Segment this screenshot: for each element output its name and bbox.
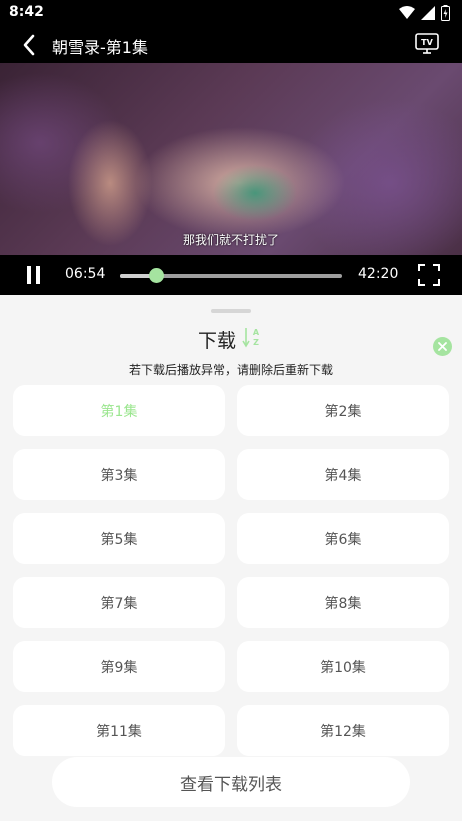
current-time: 06:54 <box>65 266 106 282</box>
episode-button-11[interactable]: 第11集 <box>13 705 225 756</box>
title-bar: 朝雪录-第1集 TV <box>0 26 462 63</box>
fullscreen-icon <box>418 264 440 286</box>
sort-letter-z: Z <box>253 338 259 347</box>
episode-button-9[interactable]: 第9集 <box>13 641 225 692</box>
download-sheet: 下载 A Z 若下载后播放异常，请删除后重新下载 第1集 第2集 第3集 第4集… <box>0 295 462 821</box>
sheet-title: 下载 <box>198 330 237 352</box>
signal-icon <box>421 6 435 20</box>
sort-az-icon[interactable]: A Z <box>242 326 262 348</box>
status-bar: 8:42 <box>0 0 462 26</box>
wifi-icon <box>399 6 415 19</box>
close-button[interactable] <box>433 337 452 356</box>
pause-icon <box>26 266 31 284</box>
episode-button-12[interactable]: 第12集 <box>237 705 449 756</box>
fullscreen-button[interactable] <box>418 264 440 286</box>
episode-button-7[interactable]: 第7集 <box>13 577 225 628</box>
download-notice: 若下载后播放异常，请删除后重新下载 <box>128 363 333 377</box>
progress-thumb[interactable] <box>149 268 165 283</box>
status-icons <box>399 4 450 22</box>
episode-button-8[interactable]: 第8集 <box>237 577 449 628</box>
view-download-list-button[interactable]: 查看下载列表 <box>52 757 410 807</box>
sort-letter-a: A <box>253 328 260 337</box>
back-button[interactable] <box>16 32 42 58</box>
episode-button-5[interactable]: 第5集 <box>13 513 225 564</box>
video-subtitle: 那我们就不打扰了 <box>182 233 279 247</box>
player-controls: 06:54 42:20 <box>0 255 462 295</box>
total-time: 42:20 <box>358 266 399 282</box>
episode-button-4[interactable]: 第4集 <box>237 449 449 500</box>
episode-button-1[interactable]: 第1集 <box>13 385 225 436</box>
tv-label: TV <box>421 38 433 47</box>
back-arrow-icon <box>23 34 35 56</box>
episode-button-6[interactable]: 第6集 <box>237 513 449 564</box>
pause-button[interactable] <box>22 264 44 286</box>
page-title: 朝雪录-第1集 <box>52 38 148 57</box>
battery-icon <box>441 5 450 21</box>
episode-button-10[interactable]: 第10集 <box>237 641 449 692</box>
progress-bar[interactable] <box>120 268 342 283</box>
video-frame[interactable]: 那我们就不打扰了 <box>0 63 462 255</box>
episode-button-2[interactable]: 第2集 <box>237 385 449 436</box>
tv-cast-button[interactable]: TV <box>414 31 440 57</box>
tv-cast-icon: TV <box>415 33 439 54</box>
status-time: 8:42 <box>9 4 44 20</box>
episode-button-3[interactable]: 第3集 <box>13 449 225 500</box>
close-icon <box>438 342 447 351</box>
sheet-drag-handle[interactable] <box>211 309 251 313</box>
